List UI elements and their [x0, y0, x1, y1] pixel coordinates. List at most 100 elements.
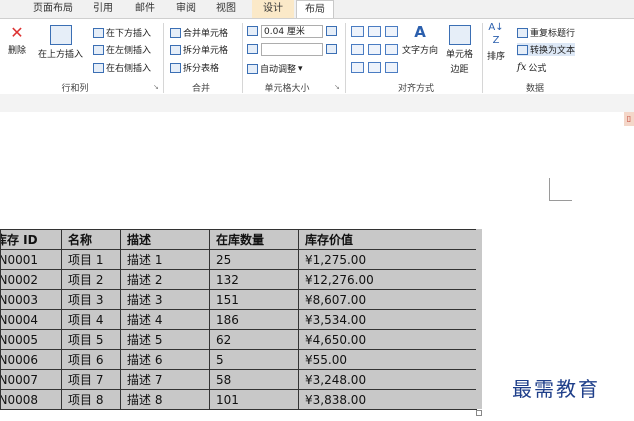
- insert-left-icon: [93, 44, 104, 55]
- cell-id[interactable]: IN0004: [0, 309, 62, 330]
- align-bottom-center-icon[interactable]: [368, 62, 381, 73]
- cell-name[interactable]: 项目 1: [61, 249, 121, 270]
- cell-description[interactable]: 描述 2: [120, 269, 210, 290]
- repeat-header-icon: [517, 27, 528, 38]
- page-corner-mark: [549, 178, 572, 201]
- cell-value[interactable]: ¥3,534.00: [298, 309, 477, 330]
- cell-name[interactable]: 项目 5: [61, 329, 121, 350]
- cell-quantity[interactable]: 186: [209, 309, 299, 330]
- revision-mark-icon: ▯: [624, 112, 634, 126]
- header-description[interactable]: 描述: [120, 229, 210, 250]
- cell-quantity[interactable]: 25: [209, 249, 299, 270]
- align-bottom-right-icon[interactable]: [385, 62, 398, 73]
- formula-button[interactable]: fx 公式: [517, 61, 546, 74]
- cell-margins-button[interactable]: 单元格 边距: [446, 25, 473, 75]
- cell-description[interactable]: 描述 5: [120, 329, 210, 350]
- cell-description[interactable]: 描述 1: [120, 249, 210, 270]
- table-row: IN0004 项目 4 描述 4 186 ¥3,534.00: [0, 309, 477, 330]
- cell-value[interactable]: ¥55.00: [298, 349, 477, 370]
- header-name[interactable]: 名称: [61, 229, 121, 250]
- align-middle-center-icon[interactable]: [368, 44, 381, 55]
- cell-quantity[interactable]: 132: [209, 269, 299, 290]
- tab-references[interactable]: 引用: [88, 0, 118, 18]
- cell-quantity[interactable]: 58: [209, 369, 299, 390]
- text-direction-button[interactable]: A 文字方向: [402, 23, 438, 56]
- align-top-right-icon[interactable]: [385, 26, 398, 37]
- cell-description[interactable]: 描述 8: [120, 389, 210, 410]
- split-table-button[interactable]: 拆分表格: [170, 61, 219, 74]
- tab-page-layout[interactable]: 页面布局: [28, 0, 78, 18]
- repeat-header-rows-button[interactable]: 重复标题行: [517, 26, 575, 39]
- row-height-icon: [247, 26, 258, 36]
- merge-cells-icon: [170, 27, 181, 38]
- header-quantity[interactable]: 在库数量: [209, 229, 299, 250]
- sort-button[interactable]: A↓ Z 排序: [487, 23, 505, 63]
- cell-description[interactable]: 描述 6: [120, 349, 210, 370]
- tab-mailings[interactable]: 邮件: [128, 0, 162, 18]
- cell-name[interactable]: 项目 7: [61, 369, 121, 390]
- tab-view[interactable]: 视图: [211, 0, 241, 18]
- header-value[interactable]: 库存价值: [298, 229, 477, 250]
- ribbon: ✕ 删除 在上方插入 在下方插入 在左侧插入 在右侧插入 行和列 ↘ 合并单元格…: [0, 18, 634, 95]
- cell-id[interactable]: IN0007: [0, 369, 62, 390]
- delete-button[interactable]: ✕ 删除: [8, 25, 26, 57]
- cell-id[interactable]: IN0008: [0, 389, 62, 410]
- insert-above-button[interactable]: 在上方插入: [38, 25, 83, 60]
- table-header-row: 库存 ID 名称 描述 在库数量 库存价值: [0, 229, 477, 250]
- cell-description[interactable]: 描述 7: [120, 369, 210, 390]
- cell-name[interactable]: 项目 6: [61, 349, 121, 370]
- distribute-columns-icon[interactable]: [326, 44, 337, 54]
- cell-value[interactable]: ¥8,607.00: [298, 289, 477, 310]
- insert-left-button[interactable]: 在左侧插入: [93, 43, 151, 56]
- cell-id[interactable]: IN0001: [0, 249, 62, 270]
- insert-below-icon: [93, 27, 104, 38]
- cell-id[interactable]: IN0002: [0, 269, 62, 290]
- cell-name[interactable]: 项目 2: [61, 269, 121, 290]
- cell-value[interactable]: ¥4,650.00: [298, 329, 477, 350]
- cell-id[interactable]: IN0005: [0, 329, 62, 350]
- cell-description[interactable]: 描述 4: [120, 309, 210, 330]
- dialog-launcher-icon[interactable]: ↘: [153, 83, 159, 91]
- cell-name[interactable]: 项目 4: [61, 309, 121, 330]
- align-top-center-icon[interactable]: [368, 26, 381, 37]
- merge-cells-button[interactable]: 合并单元格: [170, 26, 228, 39]
- header-inventory-id[interactable]: 库存 ID: [0, 229, 62, 250]
- ribbon-separator: [163, 23, 164, 93]
- cell-id[interactable]: IN0006: [0, 349, 62, 370]
- insert-right-button[interactable]: 在右侧插入: [93, 61, 151, 74]
- convert-to-text-button[interactable]: 转换为文本: [517, 43, 576, 56]
- column-width-input[interactable]: [261, 43, 323, 56]
- cell-quantity[interactable]: 5: [209, 349, 299, 370]
- cell-quantity[interactable]: 62: [209, 329, 299, 350]
- tab-review[interactable]: 审阅: [171, 0, 201, 18]
- table-resize-handle[interactable]: [476, 410, 482, 416]
- split-cells-button[interactable]: 拆分单元格: [170, 43, 228, 56]
- cell-value[interactable]: ¥12,276.00: [298, 269, 477, 290]
- ribbon-separator: [345, 23, 346, 93]
- autofit-button[interactable]: 自动调整 ▾: [247, 62, 303, 75]
- cell-value[interactable]: ¥3,838.00: [298, 389, 477, 410]
- cell-value[interactable]: ¥3,248.00: [298, 369, 477, 390]
- cell-name[interactable]: 项目 8: [61, 389, 121, 410]
- table-row: IN0003 项目 3 描述 3 151 ¥8,607.00: [0, 289, 477, 310]
- table-row: IN0008 项目 8 描述 8 101 ¥3,838.00: [0, 389, 477, 410]
- align-middle-right-icon[interactable]: [385, 44, 398, 55]
- table-row: IN0007 项目 7 描述 7 58 ¥3,248.00: [0, 369, 477, 390]
- cell-description[interactable]: 描述 3: [120, 289, 210, 310]
- tab-design[interactable]: 设计: [252, 0, 294, 18]
- cell-quantity[interactable]: 101: [209, 389, 299, 410]
- align-middle-left-icon[interactable]: [351, 44, 364, 55]
- insert-below-button[interactable]: 在下方插入: [93, 26, 151, 39]
- inventory-table[interactable]: 库存 ID 名称 描述 在库数量 库存价值 IN0001 项目 1 描述 1 2…: [0, 229, 477, 410]
- row-height-input[interactable]: 0.04 厘米: [261, 25, 323, 38]
- tab-layout[interactable]: 布局: [296, 0, 334, 19]
- cell-value[interactable]: ¥1,275.00: [298, 249, 477, 270]
- dialog-launcher-icon[interactable]: ↘: [334, 83, 340, 91]
- align-top-left-icon[interactable]: [351, 26, 364, 37]
- cell-quantity[interactable]: 151: [209, 289, 299, 310]
- group-label-merge: 合并: [191, 84, 210, 94]
- cell-name[interactable]: 项目 3: [61, 289, 121, 310]
- distribute-rows-icon[interactable]: [326, 26, 337, 36]
- align-bottom-left-icon[interactable]: [351, 62, 364, 73]
- cell-id[interactable]: IN0003: [0, 289, 62, 310]
